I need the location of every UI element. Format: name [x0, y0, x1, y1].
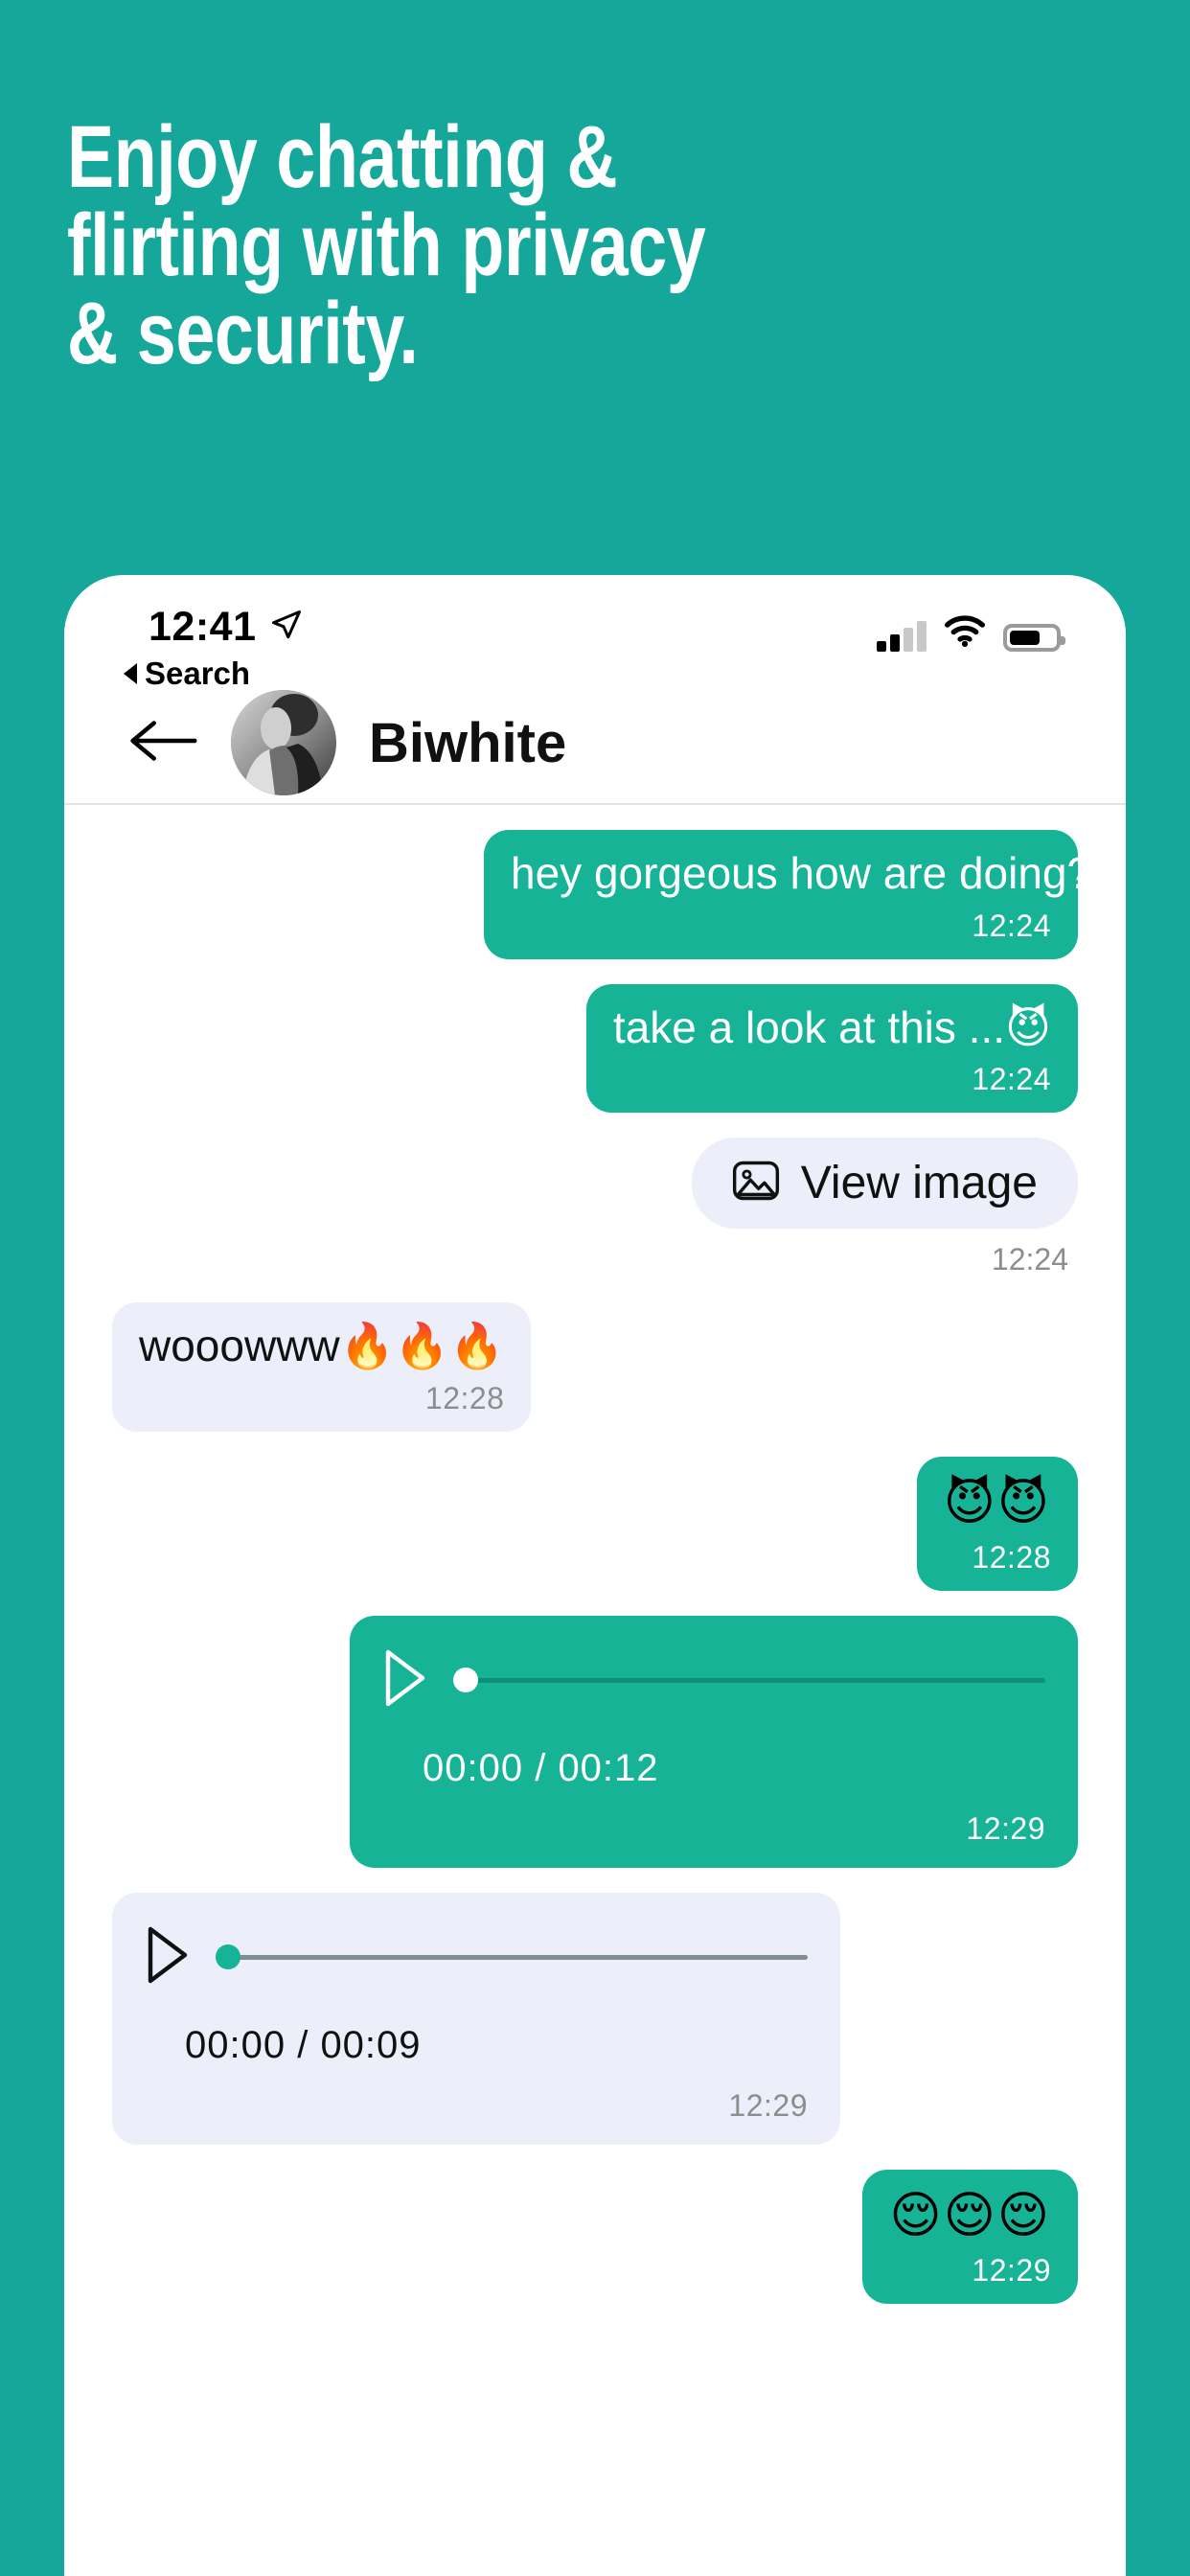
- message-bubble-outgoing[interactable]: 😈😈 12:28: [916, 1456, 1078, 1591]
- battery-icon: [1003, 624, 1065, 652]
- message-timestamp: 12:28: [972, 1539, 1051, 1575]
- wifi-icon: [944, 615, 986, 652]
- message-timestamp: 12:24: [972, 1062, 1051, 1097]
- audio-message-incoming[interactable]: 00:00 / 00:09 12:29: [112, 1892, 840, 2145]
- message-bubble-incoming[interactable]: wooowww🔥🔥🔥 12:28: [112, 1302, 532, 1432]
- phone-mockup: 12:41 Search Biwhite hey gorgeous how ar…: [64, 575, 1126, 2576]
- message-timestamp: 12:24: [991, 1242, 1068, 1277]
- audio-time-display: 00:00 / 00:09: [185, 2023, 422, 2066]
- audio-controls: [382, 1648, 1045, 1713]
- status-indicators: [877, 615, 1065, 652]
- status-bar: 12:41 Search: [64, 575, 1126, 691]
- message-row: View image 12:24: [112, 1138, 1078, 1277]
- status-time-group: 12:41: [149, 604, 304, 651]
- avatar[interactable]: [231, 690, 336, 795]
- audio-progress-track: [453, 1677, 1045, 1683]
- play-icon[interactable]: [382, 1648, 428, 1713]
- back-to-search-label: Search: [145, 656, 251, 691]
- devil-emoji: 😈: [1005, 1000, 1051, 1053]
- back-arrow-icon[interactable]: [127, 715, 198, 771]
- message-row: 00:00 / 00:12 12:29: [112, 1615, 1078, 1868]
- fire-emoji-group: 🔥🔥🔥: [339, 1320, 505, 1372]
- message-text: wooowww🔥🔥🔥: [139, 1320, 505, 1372]
- audio-controls: [145, 1925, 808, 1990]
- message-bubble-outgoing[interactable]: hey gorgeous how are doing? 12:24: [484, 830, 1092, 959]
- message-text: hey gorgeous how are doing?: [511, 848, 1092, 898]
- message-row: 😌😌😌 12:29: [112, 2169, 1078, 2304]
- message-list: hey gorgeous how are doing? 12:24 take a…: [64, 805, 1126, 2304]
- message-text-content: take a look at this ...: [612, 1001, 1006, 1052]
- relieved-emoji-group: 😌😌😌: [889, 2186, 1051, 2244]
- audio-progress-track: [216, 1954, 808, 1960]
- chat-header: Biwhite: [64, 682, 1126, 805]
- promo-banner: Enjoy chatting & flirting with privacy &…: [0, 0, 1190, 378]
- audio-message-outgoing[interactable]: 00:00 / 00:12 12:29: [350, 1615, 1078, 1868]
- message-timestamp: 12:28: [424, 1380, 505, 1415]
- cellular-signal-icon: [877, 621, 927, 652]
- message-text-content: wooowww: [139, 1321, 340, 1371]
- message-row: 00:00 / 00:09 12:29: [112, 1892, 1078, 2145]
- message-row: wooowww🔥🔥🔥 12:28: [112, 1302, 1078, 1432]
- back-triangle-icon: [124, 663, 137, 684]
- devil-emoji-group: 😈😈: [943, 1473, 1051, 1531]
- message-bubble-outgoing[interactable]: 😌😌😌 12:29: [862, 2169, 1078, 2304]
- status-time: 12:41: [149, 604, 257, 650]
- message-row: 😈😈 12:28: [112, 1456, 1078, 1591]
- view-image-label: View image: [800, 1158, 1038, 1209]
- back-to-search-button[interactable]: Search: [124, 656, 250, 692]
- message-row: take a look at this ...😈 12:24: [112, 983, 1078, 1114]
- message-timestamp: 12:29: [728, 2087, 808, 2123]
- peer-name: Biwhite: [369, 711, 567, 774]
- message-row: hey gorgeous how are doing? 12:24: [112, 830, 1092, 959]
- message-timestamp: 12:24: [972, 908, 1051, 943]
- audio-progress-slider[interactable]: [216, 1944, 808, 1970]
- image-attachment-message: View image 12:24: [691, 1138, 1078, 1277]
- message-timestamp: 12:29: [972, 2252, 1051, 2288]
- audio-progress-knob[interactable]: [453, 1668, 478, 1693]
- location-arrow-icon: [269, 608, 304, 647]
- audio-time-display: 00:00 / 00:12: [423, 1746, 659, 1789]
- promo-headline: Enjoy chatting & flirting with privacy &…: [67, 108, 706, 382]
- photo-icon: [732, 1161, 780, 1206]
- message-text: take a look at this ...😈: [612, 1000, 1051, 1053]
- audio-progress-knob[interactable]: [216, 1944, 240, 1970]
- message-timestamp: 12:29: [966, 1810, 1045, 1846]
- view-image-button[interactable]: View image: [691, 1138, 1078, 1230]
- play-icon[interactable]: [145, 1925, 191, 1990]
- audio-progress-slider[interactable]: [453, 1668, 1045, 1693]
- message-bubble-outgoing[interactable]: take a look at this ...😈 12:24: [585, 983, 1078, 1114]
